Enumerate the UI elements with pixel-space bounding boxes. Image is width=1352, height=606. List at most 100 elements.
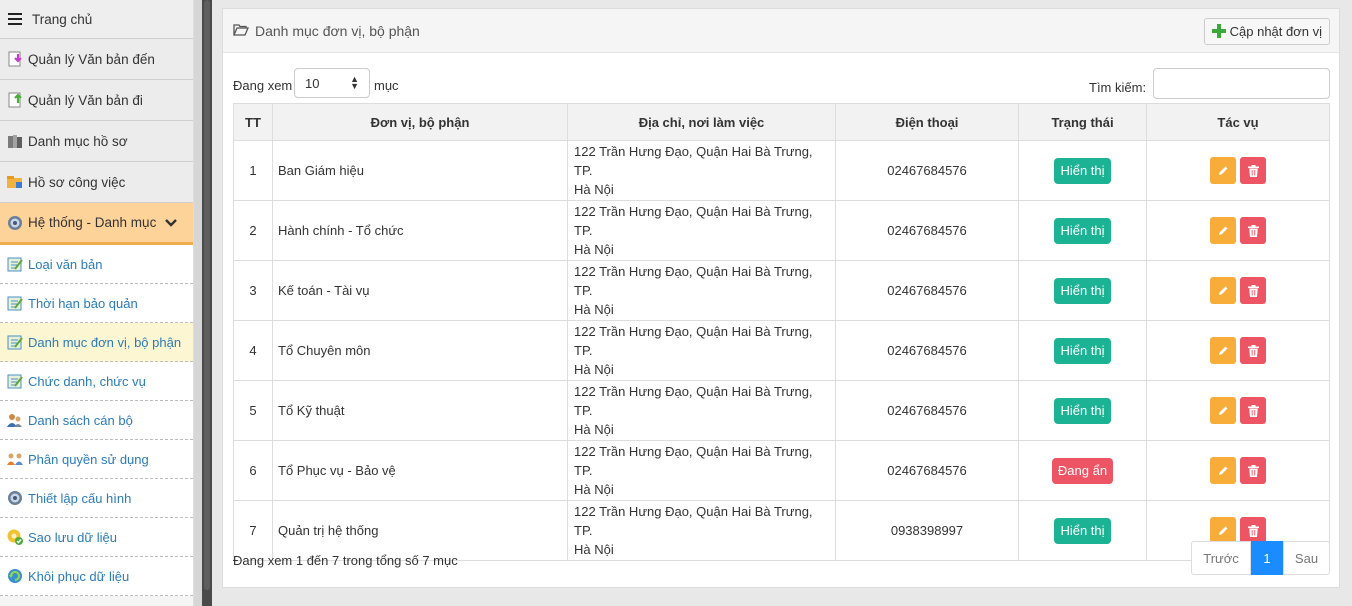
main-panel: Danh mục đơn vị, bộ phận Cập nhật đơn vị… — [222, 8, 1340, 588]
delete-button[interactable] — [1240, 397, 1266, 424]
pagination: Trước 1 Sau — [1191, 541, 1330, 575]
table-info: Đang xem 1 đến 7 trong tổng số 7 mục — [233, 553, 458, 568]
trash-icon — [1247, 284, 1259, 297]
sidebar-home-label: Trang chủ — [32, 11, 93, 27]
sidebar-home[interactable]: Trang chủ — [0, 0, 193, 39]
search-label: Tìm kiếm: — [1089, 80, 1147, 95]
status-badge[interactable]: Hiển thị — [1054, 337, 1111, 364]
table-row: 1 Ban Giám hiệu 122 Trần Hưng Đạo, Quận Ha… — [233, 140, 1330, 201]
sidebar-subitem-staff-list[interactable]: Danh sách cán bộ — [0, 401, 193, 440]
status-badge[interactable]: Hiển thị — [1054, 277, 1111, 304]
sidebar-subitem-label: Loại văn bản — [28, 256, 103, 272]
sidebar-item-outgoing-docs[interactable]: Quản lý Văn bản đi — [0, 80, 193, 121]
sidebar-item-work-files[interactable]: Hồ sơ công việc — [0, 162, 193, 203]
sidebar-subitem-label: Chức danh, chức vụ — [28, 373, 146, 389]
address-line-2: Hà Nội — [574, 542, 614, 557]
edit-button[interactable] — [1210, 277, 1236, 304]
table-row: 7 Quản trị hệ thống 122 Trần Hưng Đạo, Quậ… — [233, 500, 1330, 561]
header-tt[interactable]: TT — [233, 103, 273, 141]
sidebar-item-label: Danh mục hồ sơ — [28, 133, 128, 149]
sidebar-scrollbar[interactable] — [202, 0, 212, 606]
sidebar-subitem-restore[interactable]: Khôi phục dữ liệu — [0, 557, 193, 596]
delete-button[interactable] — [1240, 337, 1266, 364]
sidebar-subitem-permissions[interactable]: Phân quyền sử dụng — [0, 440, 193, 479]
status-badge[interactable]: Đang ẩn — [1051, 457, 1114, 484]
search-input[interactable] — [1153, 68, 1330, 99]
pagination-prev[interactable]: Trước — [1191, 541, 1251, 575]
records-icon — [6, 132, 24, 150]
sidebar-item-incoming-docs[interactable]: Quản lý Văn bản đến — [0, 39, 193, 80]
edit-list-icon — [6, 255, 24, 273]
sidebar-divider — [194, 0, 202, 606]
edit-button[interactable] — [1210, 457, 1236, 484]
address-line-1: 122 Trần Hưng Đạo, Quận Hai Bà Trưng, TP… — [574, 144, 813, 178]
edit-button[interactable] — [1210, 337, 1236, 364]
status-badge[interactable]: Hiển thị — [1054, 517, 1111, 544]
header-phone[interactable]: Điện thoại — [835, 103, 1019, 141]
scrollbar-thumb[interactable] — [204, 0, 210, 590]
cell-tt: 5 — [233, 380, 273, 441]
update-unit-label: Cập nhật đơn vị — [1229, 24, 1322, 39]
cell-actions — [1146, 380, 1330, 441]
cell-address: 122 Trần Hưng Đạo, Quận Hai Bà Trưng, TP… — [567, 380, 836, 441]
cell-unit-name: Ban Giám hiệu — [272, 140, 568, 201]
cell-unit-name: Tổ Chuyên môn — [272, 320, 568, 381]
address-line-1: 122 Trần Hưng Đạo, Quận Hai Bà Trưng, TP… — [574, 204, 813, 238]
sidebar-item-label: Hồ sơ công việc — [28, 174, 126, 190]
sidebar-subitem-departments[interactable]: Danh mục đơn vị, bộ phận — [0, 323, 193, 362]
cell-phone: 0938398997 — [835, 500, 1019, 561]
header-unit[interactable]: Đơn vị, bộ phận — [272, 103, 568, 141]
sidebar-subitem-positions[interactable]: Chức danh, chức vụ — [0, 362, 193, 401]
sidebar-item-label: Quản lý Văn bản đi — [28, 92, 143, 108]
delete-button[interactable] — [1240, 517, 1266, 544]
edit-button[interactable] — [1210, 217, 1236, 244]
cell-address: 122 Trần Hưng Đạo, Quận Hai Bà Trưng, TP… — [567, 200, 836, 261]
cell-phone: 02467684576 — [835, 200, 1019, 261]
page-length-value: 10 — [305, 75, 320, 91]
delete-button[interactable] — [1240, 157, 1266, 184]
cell-status: Hiển thị — [1018, 140, 1147, 201]
units-table: TT Đơn vị, bộ phận Địa chỉ, nơi làm việc… — [233, 103, 1330, 561]
edit-button[interactable] — [1210, 517, 1236, 544]
status-badge[interactable]: Hiển thị — [1054, 157, 1111, 184]
header-status[interactable]: Trạng thái — [1018, 103, 1147, 141]
cell-tt: 7 — [233, 500, 273, 561]
cell-tt: 4 — [233, 320, 273, 381]
edit-button[interactable] — [1210, 397, 1236, 424]
edit-button[interactable] — [1210, 157, 1236, 184]
header-actions[interactable]: Tác vụ — [1146, 103, 1330, 141]
header-address[interactable]: Địa chỉ, nơi làm việc — [567, 103, 836, 141]
cell-tt: 2 — [233, 200, 273, 261]
sidebar-subitem-backup[interactable]: Sao lưu dữ liệu — [0, 518, 193, 557]
delete-button[interactable] — [1240, 457, 1266, 484]
trash-icon — [1247, 164, 1259, 177]
sidebar-subitem-config[interactable]: Thiết lập cấu hình — [0, 479, 193, 518]
address-line-1: 122 Trần Hưng Đạo, Quận Hai Bà Trưng, TP… — [574, 384, 813, 418]
page-length-select[interactable]: 10 ▲ ▼ — [294, 68, 370, 98]
trash-icon — [1247, 344, 1259, 357]
pagination-next[interactable]: Sau — [1283, 541, 1330, 575]
delete-button[interactable] — [1240, 277, 1266, 304]
sidebar-subitem-retention-period[interactable]: Thời hạn bảo quản — [0, 284, 193, 323]
address-line-2: Hà Nội — [574, 362, 614, 377]
delete-button[interactable] — [1240, 217, 1266, 244]
table-row: 3 Kế toán - Tài vụ 122 Trần Hưng Đạo, Quận… — [233, 260, 1330, 321]
length-prefix: Đang xem — [233, 78, 293, 93]
sidebar-subitem-document-types[interactable]: Loại văn bản — [0, 245, 193, 284]
cell-phone: 02467684576 — [835, 380, 1019, 441]
status-badge[interactable]: Hiển thị — [1054, 217, 1111, 244]
cell-phone: 02467684576 — [835, 320, 1019, 381]
cell-unit-name: Quản trị hệ thống — [272, 500, 568, 561]
cell-phone: 02467684576 — [835, 260, 1019, 321]
hamburger-menu-icon[interactable] — [8, 13, 22, 25]
status-badge[interactable]: Hiển thị — [1054, 397, 1111, 424]
pagination-page-1[interactable]: 1 — [1251, 541, 1283, 575]
sidebar-item-label: Quản lý Văn bản đến — [28, 51, 155, 67]
work-folder-icon — [6, 173, 24, 191]
pencil-icon — [1219, 346, 1228, 355]
update-unit-button[interactable]: Cập nhật đơn vị — [1203, 18, 1330, 45]
sidebar-item-system[interactable]: Hệ thống - Danh mục — [0, 203, 193, 245]
sidebar-item-records[interactable]: Danh mục hồ sơ — [0, 121, 193, 162]
address-line-2: Hà Nội — [574, 482, 614, 497]
sidebar-subitem-label: Thời hạn bảo quản — [28, 295, 138, 311]
